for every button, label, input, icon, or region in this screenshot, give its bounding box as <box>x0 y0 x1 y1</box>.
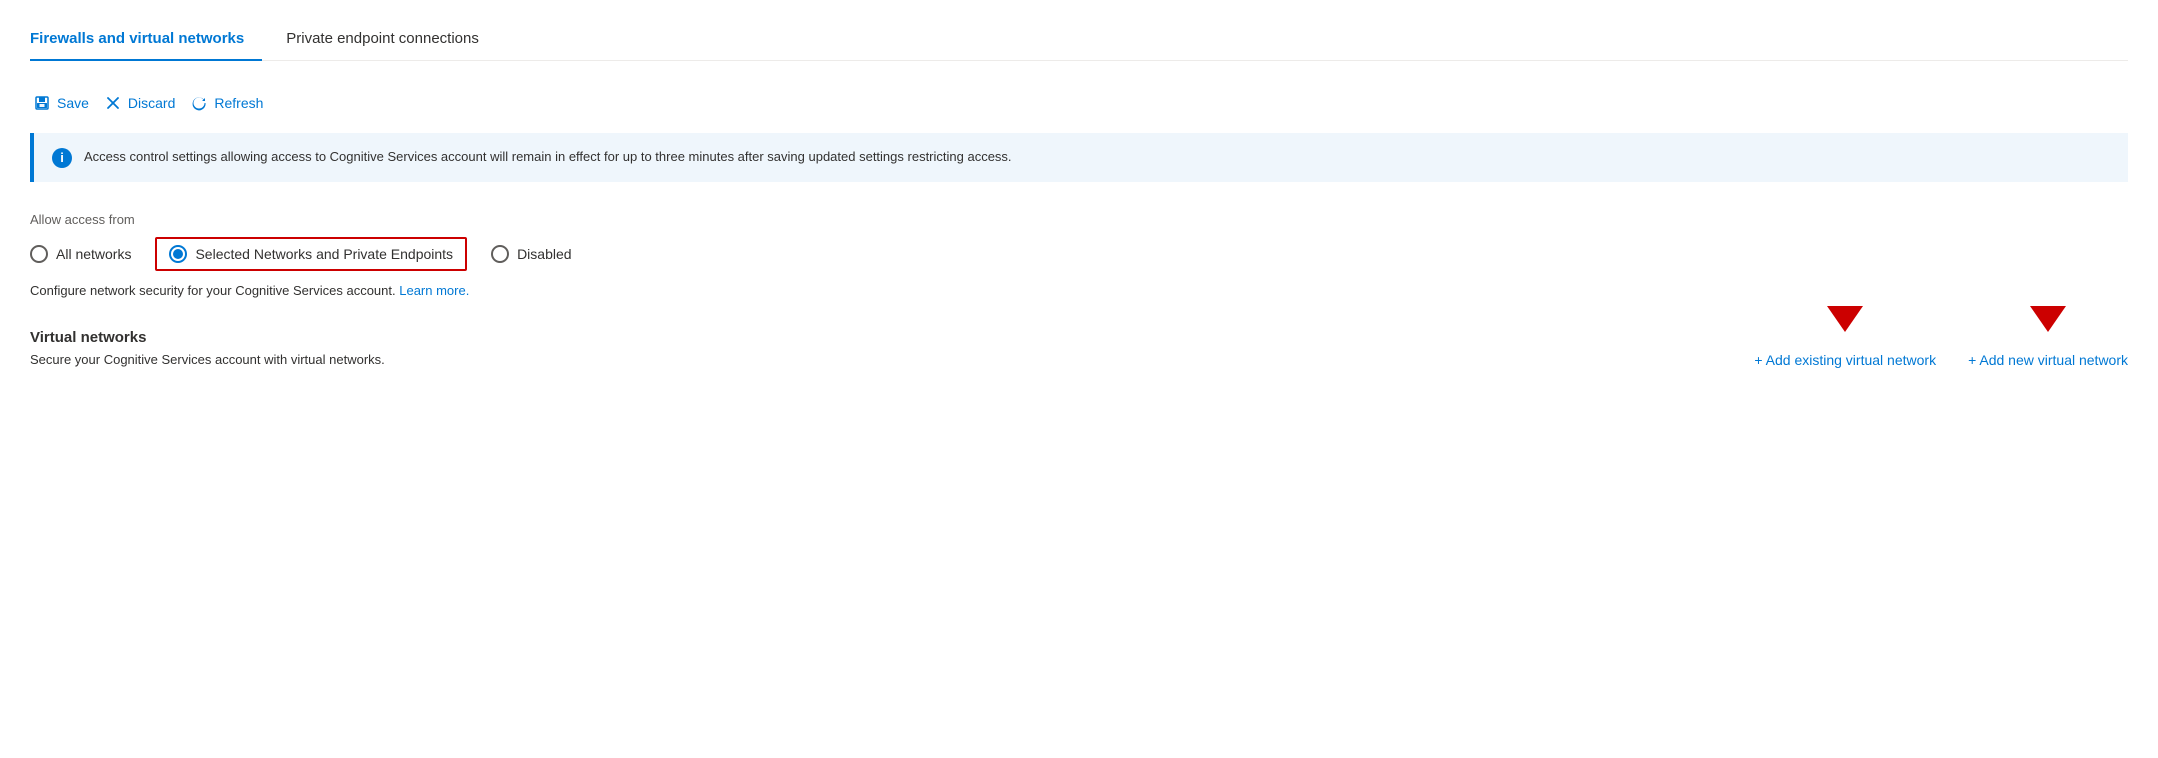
radio-circle-selected <box>169 245 187 263</box>
arrow-new-icon <box>2030 306 2066 332</box>
access-radio-group: All networks Selected Networks and Priva… <box>30 237 2128 271</box>
refresh-label: Refresh <box>214 95 263 111</box>
radio-selected-networks[interactable]: Selected Networks and Private Endpoints <box>155 237 467 271</box>
refresh-button[interactable]: Refresh <box>187 91 275 115</box>
info-banner: i Access control settings allowing acces… <box>30 133 2128 182</box>
toolbar: Save Discard Refresh <box>30 81 2128 133</box>
discard-label: Discard <box>128 95 175 111</box>
save-icon <box>34 95 50 111</box>
radio-label-selected: Selected Networks and Private Endpoints <box>195 246 453 262</box>
refresh-icon <box>191 95 207 111</box>
arrow-existing-icon <box>1827 306 1863 332</box>
access-section-label: Allow access from <box>30 212 2128 227</box>
add-existing-arrow-container: + Add existing virtual network <box>1754 352 1936 368</box>
virtual-networks-section: Virtual networks Secure your Cognitive S… <box>30 329 2128 368</box>
vnet-actions: + Add existing virtual network + Add new… <box>1754 352 2128 368</box>
radio-circle-all <box>30 245 48 263</box>
tabs-bar: Firewalls and virtual networks Private e… <box>30 20 2128 61</box>
access-section: Allow access from All networks Selected … <box>30 212 2128 301</box>
discard-button[interactable]: Discard <box>101 91 187 115</box>
radio-label-all: All networks <box>56 246 131 262</box>
radio-circle-disabled <box>491 245 509 263</box>
save-label: Save <box>57 95 89 111</box>
radio-disabled[interactable]: Disabled <box>491 245 571 263</box>
tab-firewalls[interactable]: Firewalls and virtual networks <box>30 20 262 61</box>
add-new-link[interactable]: + Add new virtual network <box>1968 352 2128 368</box>
info-message: Access control settings allowing access … <box>84 147 1012 167</box>
radio-all-networks[interactable]: All networks <box>30 245 131 263</box>
tab-private-endpoints[interactable]: Private endpoint connections <box>286 20 497 61</box>
helper-text: Configure network security for your Cogn… <box>30 281 2128 301</box>
add-existing-link[interactable]: + Add existing virtual network <box>1754 352 1936 368</box>
learn-more-link[interactable]: Learn more. <box>399 283 469 298</box>
vnet-description: Secure your Cognitive Services account w… <box>30 352 1754 367</box>
vnet-row: Secure your Cognitive Services account w… <box>30 352 2128 368</box>
page-container: Firewalls and virtual networks Private e… <box>0 0 2158 758</box>
save-button[interactable]: Save <box>30 91 101 115</box>
radio-label-disabled: Disabled <box>517 246 571 262</box>
info-icon: i <box>52 148 72 168</box>
add-new-arrow-container: + Add new virtual network <box>1968 352 2128 368</box>
discard-icon <box>105 95 121 111</box>
vnet-title: Virtual networks <box>30 329 2128 346</box>
